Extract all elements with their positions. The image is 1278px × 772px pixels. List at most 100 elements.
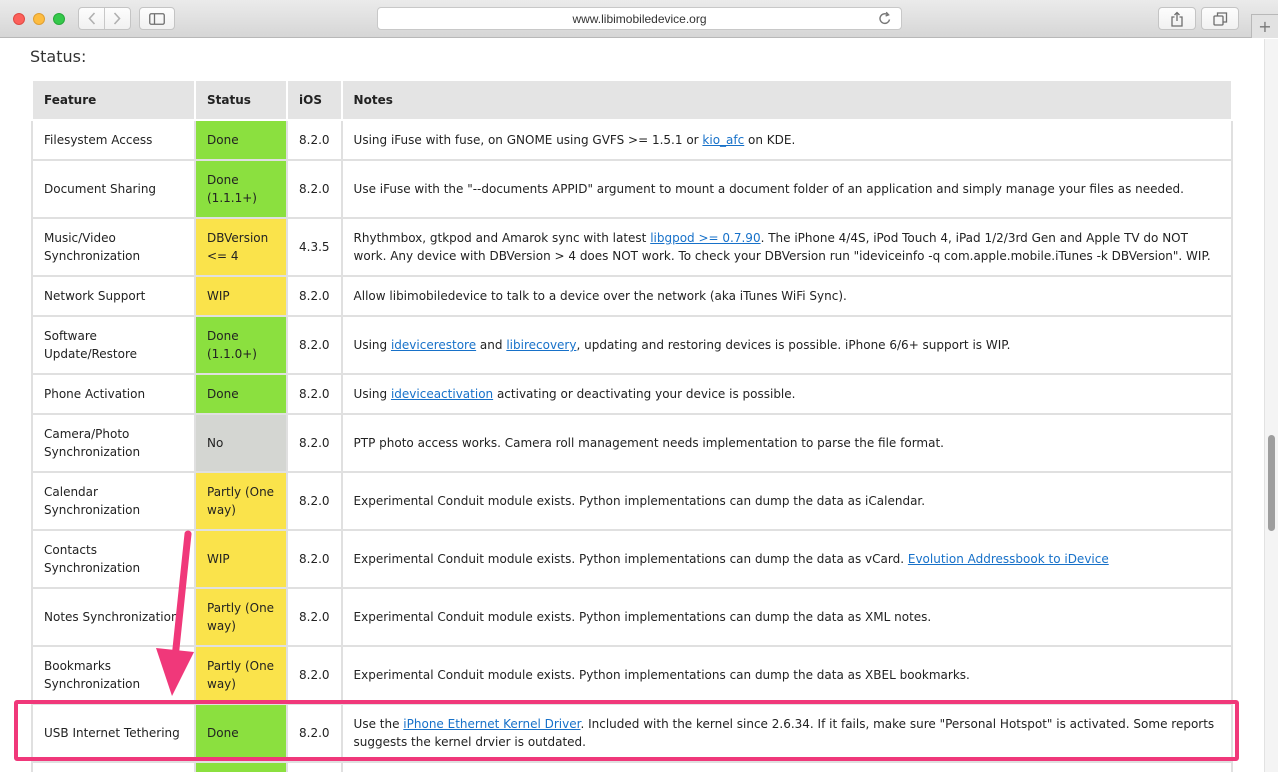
notes-cell: Experimental Conduit module exists. Pyth…	[340, 645, 1234, 705]
feature-cell: Camera/Photo Synchronization	[31, 413, 196, 473]
table-row: Bookmarks Synchronization Partly (One way…	[31, 645, 1234, 705]
show-tabs-button[interactable]	[1201, 7, 1239, 30]
notes-text: Using iFuse with fuse, on GNOME using GV…	[353, 133, 703, 147]
browser-toolbar: www.libimobiledevice.org +	[0, 0, 1278, 38]
notes-cell: Using ideviceactivation activating or de…	[340, 373, 1234, 415]
table-row: Document Sharing Done (1.1.1+) 8.2.0 Use iF…	[31, 159, 1234, 219]
feature-cell: Software Update/Restore	[31, 315, 196, 375]
notes-cell: Using iFuse with fuse, on GNOME using GV…	[340, 119, 1234, 161]
notes-link[interactable]: iPhone Ethernet Kernel Driver	[403, 717, 580, 731]
tabs-icon	[1212, 11, 1227, 26]
feature-cell: USB Internet Tethering	[31, 703, 196, 763]
notes-cell: Use iFuse with the "--documents APPID" a…	[340, 159, 1234, 219]
table-header-row: Feature Status iOS Notes	[31, 81, 1234, 121]
reload-icon[interactable]	[878, 11, 892, 26]
minimize-window-button[interactable]	[33, 13, 45, 25]
chevron-right-icon	[114, 12, 122, 25]
status-cell	[194, 761, 288, 772]
page-content: Status: Feature Status iOS Notes Filesys…	[0, 39, 1264, 772]
notes-cell: Allow libimobiledevice to talk to a devi…	[340, 275, 1234, 317]
notes-text: Using	[353, 387, 391, 401]
chevron-left-icon	[87, 12, 95, 25]
page-heading: Status:	[30, 47, 87, 66]
notes-cell: Experimental Conduit module exists. Pyth…	[340, 587, 1234, 647]
notes-text: on KDE.	[744, 133, 796, 147]
share-button[interactable]	[1158, 7, 1196, 30]
ios-version-cell: 8.2.0	[286, 275, 343, 317]
header-status: Status	[194, 81, 288, 121]
status-cell: Done	[194, 703, 288, 763]
status-cell: Partly (One way)	[194, 645, 288, 705]
status-cell: Done	[194, 373, 288, 415]
status-cell: Done	[194, 119, 288, 161]
ios-version-cell: 8.2.0	[286, 159, 343, 219]
notes-cell: Rhythmbox, gtkpod and Amarok sync with l…	[340, 217, 1234, 277]
notes-text: Experimental Conduit module exists. Pyth…	[353, 552, 908, 566]
table-row: Notes Synchronization Partly (One way) 8.2…	[31, 587, 1234, 647]
feature-cell	[31, 761, 196, 772]
ios-version-cell: 8.2.0	[286, 529, 343, 589]
notes-text: Experimental Conduit module exists. Pyth…	[353, 610, 932, 624]
feature-cell: Network Support	[31, 275, 196, 317]
notes-link[interactable]: idevicerestore	[391, 338, 476, 352]
navigation-buttons	[78, 7, 131, 30]
status-cell: WIP	[194, 275, 288, 317]
notes-link[interactable]: ideviceactivation	[391, 387, 493, 401]
vertical-scrollbar[interactable]	[1264, 39, 1278, 772]
notes-cell: PTP photo access works. Camera roll mana…	[340, 413, 1234, 473]
table-row: Music/Video Synchronization DBVersion <= …	[31, 217, 1234, 277]
ios-version-cell: 8.2.0	[286, 119, 343, 161]
table-row: Network Support WIP 8.2.0 Allow libimobiled…	[31, 275, 1234, 317]
ios-version-cell: 8.2.0	[286, 413, 343, 473]
table-row	[31, 761, 1234, 772]
table-body: Filesystem Access Done 8.2.0 Using iFuse wi…	[31, 119, 1234, 772]
header-ios: iOS	[286, 81, 343, 121]
url-text: www.libimobiledevice.org	[572, 11, 707, 26]
new-tab-button[interactable]: +	[1251, 14, 1278, 38]
status-cell: Done (1.1.0+)	[194, 315, 288, 375]
notes-link[interactable]: kio_afc	[702, 133, 744, 147]
status-cell: Partly (One way)	[194, 471, 288, 531]
notes-cell	[340, 761, 1234, 772]
ios-version-cell: 8.2.0	[286, 315, 343, 375]
notes-text: activating or deactivating your device i…	[493, 387, 796, 401]
address-bar[interactable]: www.libimobiledevice.org	[377, 7, 902, 30]
table-row: Calendar Synchronization Partly (One way)…	[31, 471, 1234, 531]
notes-cell: Using idevicerestore and libirecovery, u…	[340, 315, 1234, 375]
header-notes: Notes	[340, 81, 1234, 121]
status-cell: DBVersion <= 4	[194, 217, 288, 277]
back-button[interactable]	[79, 8, 104, 29]
notes-text: Use the	[353, 717, 404, 731]
sidebar-button[interactable]	[139, 7, 175, 30]
notes-text: Experimental Conduit module exists. Pyth…	[353, 668, 970, 682]
feature-cell: Document Sharing	[31, 159, 196, 219]
status-cell: Done (1.1.1+)	[194, 159, 288, 219]
notes-text: , updating and restoring devices is poss…	[576, 338, 1011, 352]
notes-link[interactable]: Evolution Addressbook to iDevice	[908, 552, 1109, 566]
status-table: Feature Status iOS Notes Filesystem Acce…	[31, 81, 1234, 772]
sidebar-icon	[149, 12, 165, 25]
ios-version-cell: 8.2.0	[286, 645, 343, 705]
maximize-window-button[interactable]	[53, 13, 65, 25]
table-row: Camera/Photo Synchronization No 8.2.0 PTP p…	[31, 413, 1234, 473]
ios-version-cell: 8.2.0	[286, 471, 343, 531]
notes-text: Allow libimobiledevice to talk to a devi…	[353, 289, 847, 303]
status-cell: WIP	[194, 529, 288, 589]
feature-cell: Contacts Synchronization	[31, 529, 196, 589]
feature-cell: Filesystem Access	[31, 119, 196, 161]
status-cell: Partly (One way)	[194, 587, 288, 647]
notes-text: and	[476, 338, 507, 352]
notes-text: Rhythmbox, gtkpod and Amarok sync with l…	[353, 231, 651, 245]
ios-version-cell	[286, 761, 343, 772]
notes-link[interactable]: libirecovery	[506, 338, 576, 352]
feature-cell: Bookmarks Synchronization	[31, 645, 196, 705]
forward-button[interactable]	[105, 8, 130, 29]
header-feature: Feature	[31, 81, 196, 121]
feature-cell: Notes Synchronization	[31, 587, 196, 647]
share-icon	[1171, 11, 1183, 27]
table-row: Contacts Synchronization WIP 8.2.0 Experime…	[31, 529, 1234, 589]
feature-cell: Music/Video Synchronization	[31, 217, 196, 277]
scrollbar-thumb[interactable]	[1268, 435, 1275, 531]
close-window-button[interactable]	[13, 13, 25, 25]
notes-link[interactable]: libgpod >= 0.7.90	[650, 231, 760, 245]
